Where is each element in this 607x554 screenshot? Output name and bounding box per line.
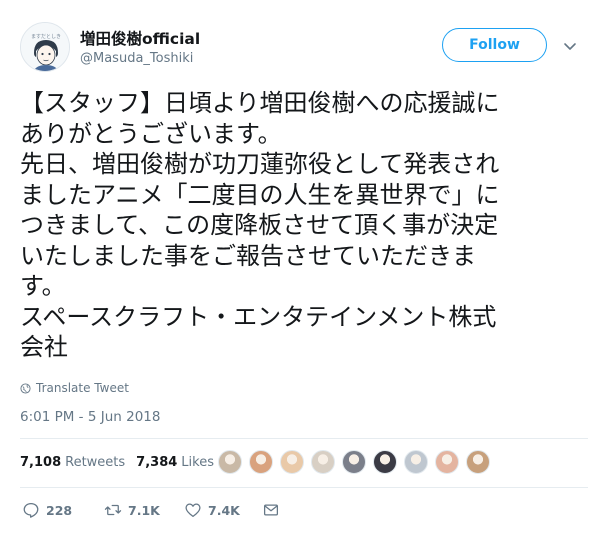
translate-label[interactable]: Translate Tweet — [36, 381, 129, 395]
liker-avatar-3[interactable] — [280, 450, 304, 474]
tweet-text-line: つきまして、この度降板させて頂く事が決定 — [20, 211, 499, 239]
divider — [20, 487, 588, 488]
reply-button[interactable]: 228 — [22, 501, 72, 519]
retweets-count: 7,108 — [20, 455, 62, 470]
tweet-text-line: ましたアニメ「二度目の人生を異世界で」に — [20, 180, 500, 209]
likes-stat[interactable]: 7,384 Likes — [136, 455, 214, 470]
retweet-icon — [104, 504, 122, 516]
tweet-stats: 7,108 Retweets 7,384 Likes — [20, 455, 225, 470]
tweet-text-line: 会社 — [20, 333, 68, 361]
liker-avatar-4[interactable] — [311, 450, 335, 474]
svg-text:ますだとしき: ますだとしき — [31, 33, 61, 40]
likes-label: Likes — [181, 455, 214, 470]
reply-icon — [23, 502, 39, 518]
globe-icon — [20, 382, 31, 394]
tweet-text-line: スペースクラフト・エンタテインメント株式 — [20, 302, 497, 331]
direct-message-button[interactable] — [262, 501, 280, 519]
author-display-name[interactable]: 増田俊樹official — [80, 27, 200, 49]
liker-avatar-2[interactable] — [249, 450, 273, 474]
liker-avatar-5[interactable] — [342, 450, 366, 474]
tweet-text-line: す。 — [20, 272, 66, 300]
like-count: 7.4K — [208, 502, 240, 518]
tweet-timestamp[interactable]: 6:01 PM - 5 Jun 2018 — [20, 409, 160, 425]
tweet-text: 【スタッフ】日頃より増田俊樹への応援誠に ありがとうございます。 先日、増田俊樹… — [20, 88, 580, 363]
liker-avatar-9[interactable] — [466, 450, 490, 474]
retweet-button[interactable]: 7.1K — [104, 501, 160, 519]
retweets-stat[interactable]: 7,108 Retweets — [20, 455, 125, 470]
heart-icon — [185, 503, 201, 518]
tweet-text-line: いたしました事をご報告させていただきま — [20, 241, 476, 270]
envelope-icon — [263, 504, 279, 516]
author-handle[interactable]: @Masuda_Toshiki — [80, 51, 193, 66]
translate-tweet-link[interactable]: Translate Tweet — [20, 381, 129, 395]
divider — [20, 438, 588, 439]
author-avatar[interactable]: ますだとしき — [20, 22, 70, 72]
liker-avatar-6[interactable] — [373, 450, 397, 474]
tweet-card: ますだとしき 増田俊樹official @Masuda_Toshiki Foll… — [0, 0, 607, 554]
like-button[interactable]: 7.4K — [184, 501, 240, 519]
follow-button[interactable]: Follow — [442, 28, 547, 62]
tweet-text-line: 先日、増田俊樹が功刀蓮弥役として発表され — [20, 150, 500, 178]
likes-count: 7,384 — [136, 455, 178, 470]
liker-avatar-8[interactable] — [435, 450, 459, 474]
liker-avatar-7[interactable] — [404, 450, 428, 474]
liker-avatars — [218, 450, 490, 474]
liker-avatar-1[interactable] — [218, 450, 242, 474]
retweet-count: 7.1K — [128, 502, 160, 518]
retweets-label: Retweets — [65, 455, 126, 470]
reply-count: 228 — [46, 502, 73, 518]
tweet-text-line: ありがとうございます。 — [20, 119, 282, 148]
chevron-down-icon[interactable] — [562, 38, 578, 54]
tweet-text-line: 【スタッフ】日頃より増田俊樹への応援誠に — [20, 89, 500, 117]
